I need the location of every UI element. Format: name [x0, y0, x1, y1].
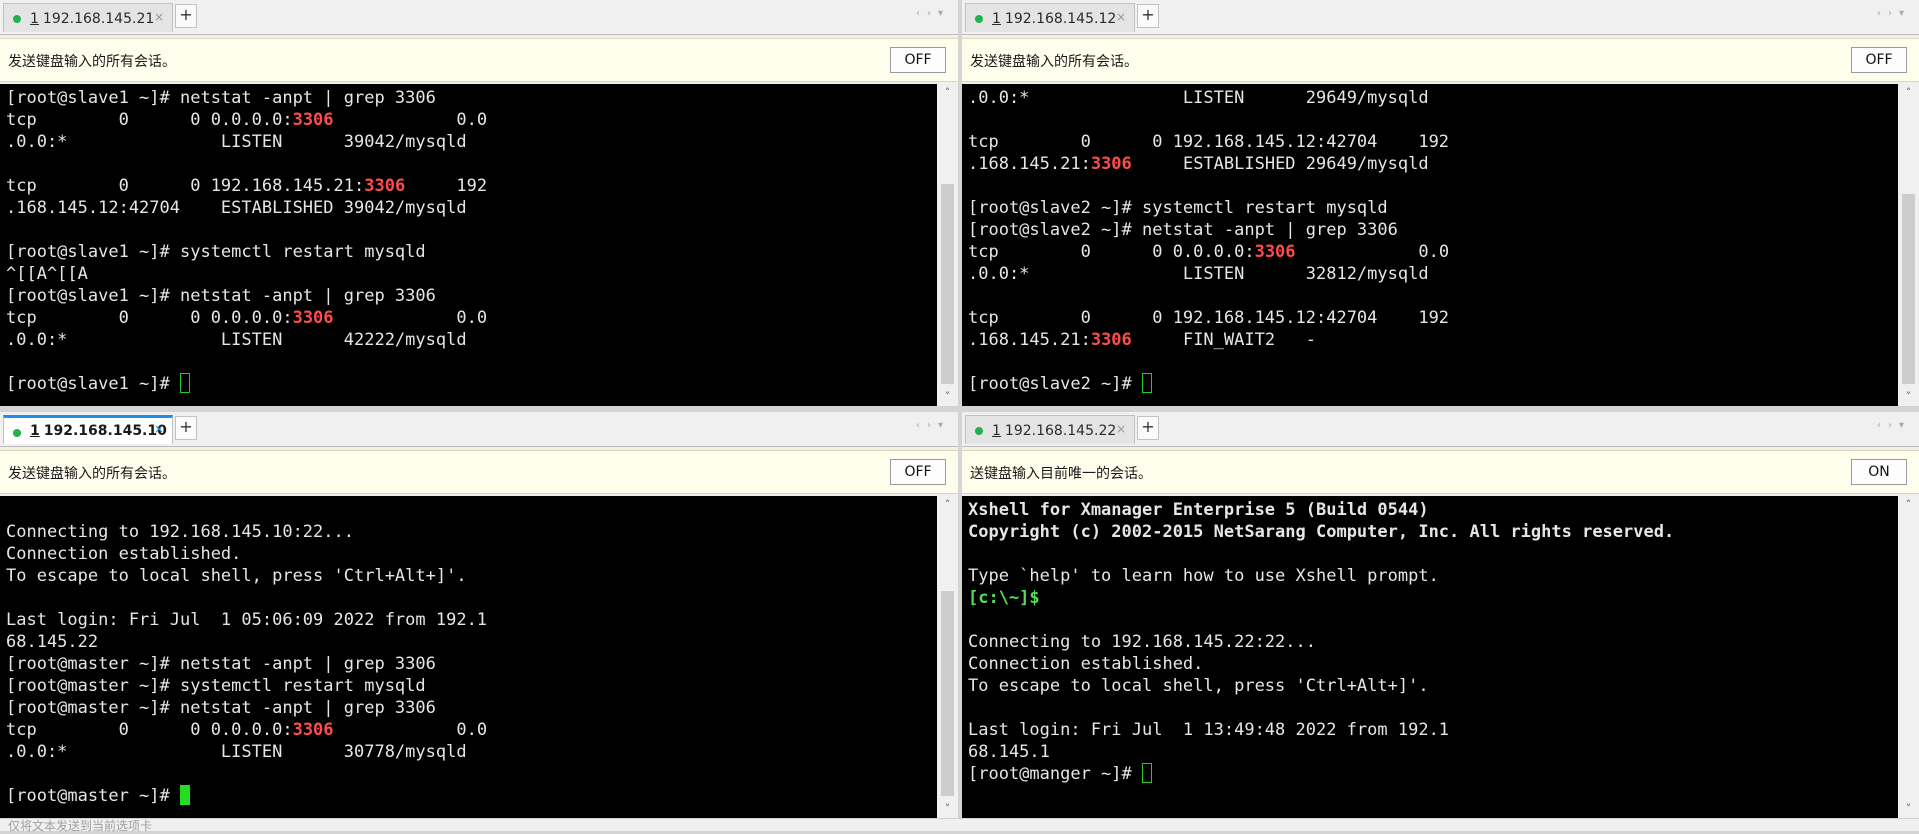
tab-navigation-icon[interactable]: ‹›▾ — [1877, 420, 1911, 431]
text-cursor — [1142, 373, 1152, 393]
tab-navigation-icon[interactable]: ‹›▾ — [916, 8, 950, 19]
session-tab-label: 1 192.168.145.21 — [30, 11, 155, 27]
new-tab-button[interactable]: + — [175, 4, 197, 28]
new-tab-button[interactable]: + — [1137, 4, 1159, 28]
scroll-up-icon[interactable]: ˄ — [1898, 84, 1919, 102]
vertical-scrollbar[interactable]: ˄ ˅ — [937, 84, 958, 406]
session-tab[interactable]: 1 192.168.145.12 × — [965, 3, 1135, 32]
port-highlight: 3306 — [364, 176, 406, 196]
vertical-scrollbar[interactable]: ˄ ˅ — [1898, 84, 1919, 406]
new-tab-button[interactable]: + — [175, 416, 197, 440]
session-tab-label: 1 192.168.145.22 — [992, 423, 1117, 439]
terminal-output[interactable]: .0.0:* LISTEN 29649/mysqld tcp 0 0 192.1… — [962, 84, 1898, 406]
compose-broadcast-bar: 发送键盘输入的所有会话。 OFF — [962, 38, 1919, 82]
port-highlight: 3306 — [1090, 154, 1132, 174]
session-tab-active[interactable]: 1 192.168.145.10 × — [3, 415, 173, 444]
tab-bar: 1 192.168.145.21 × + ‹›▾ — [0, 0, 958, 35]
tab-navigation-icon[interactable]: ‹›▾ — [1877, 8, 1911, 19]
close-tab-icon[interactable]: × — [1116, 10, 1126, 24]
vertical-scrollbar[interactable]: ˄ ˅ — [1898, 496, 1919, 818]
status-text: 仅将文本发送到当前选项卡 — [8, 819, 153, 833]
connected-status-icon — [975, 15, 983, 23]
connected-status-icon — [13, 429, 21, 437]
close-tab-icon[interactable]: × — [1116, 422, 1126, 436]
session-tab-label: 1 192.168.145.10 — [30, 423, 167, 439]
scroll-down-icon[interactable]: ˅ — [1898, 388, 1919, 406]
tab-navigation-icon[interactable]: ‹›▾ — [916, 420, 950, 431]
terminal-output[interactable]: Xshell for Xmanager Enterprise 5 (Build … — [962, 496, 1898, 818]
close-tab-icon[interactable]: × — [154, 422, 164, 436]
text-cursor — [180, 373, 190, 393]
broadcast-label: 发送键盘输入的所有会话。 — [970, 54, 1138, 70]
session-tab-label: 1 192.168.145.12 — [992, 11, 1117, 27]
broadcast-toggle-button[interactable]: OFF — [890, 459, 946, 485]
connected-status-icon — [975, 427, 983, 435]
compose-broadcast-bar: 发送键盘输入的所有会话。 OFF — [0, 450, 958, 494]
scroll-up-icon[interactable]: ˄ — [937, 496, 958, 514]
broadcast-toggle-button[interactable]: OFF — [1851, 47, 1907, 73]
vertical-scrollbar[interactable]: ˄ ˅ — [937, 496, 958, 818]
scrollbar-thumb[interactable] — [941, 184, 954, 384]
port-highlight: 3306 — [292, 308, 334, 328]
terminal-text: .0.0:* LISTEN 29649/mysqld tcp 0 0 192.1… — [968, 88, 1450, 394]
scroll-down-icon[interactable]: ˅ — [1898, 800, 1919, 818]
port-highlight: 3306 — [292, 110, 334, 130]
close-tab-icon[interactable]: × — [154, 10, 164, 24]
terminal-pane-top-left: 1 192.168.145.21 × + ‹›▾ 发送键盘输入的所有会话。 OFF… — [0, 0, 958, 406]
text-cursor — [180, 785, 190, 805]
terminal-output[interactable]: Connecting to 192.168.145.10:22... Conne… — [0, 496, 937, 818]
scrollbar-thumb[interactable] — [941, 591, 954, 796]
port-highlight: 3306 — [1090, 330, 1132, 350]
port-highlight: 3306 — [292, 720, 334, 740]
connected-status-icon — [13, 15, 21, 23]
terminal-pane-bottom-left: 1 192.168.145.10 × + ‹›▾ 发送键盘输入的所有会话。 OFF… — [0, 412, 958, 818]
scroll-up-icon[interactable]: ˄ — [1898, 496, 1919, 514]
scrollbar-thumb[interactable] — [1902, 194, 1915, 384]
broadcast-label: 送键盘输入目前唯一的会话。 — [970, 466, 1152, 482]
terminal-pane-bottom-right: 1 192.168.145.22 × + ‹›▾ 送键盘输入目前唯一的会话。 ON… — [962, 412, 1919, 818]
broadcast-label: 发送键盘输入的所有会话。 — [8, 54, 176, 70]
terminal-pane-top-right: 1 192.168.145.12 × + ‹›▾ 发送键盘输入的所有会话。 OFF… — [962, 0, 1919, 406]
tab-bar: 1 192.168.145.12 × + ‹›▾ — [962, 0, 1919, 35]
tab-bar: 1 192.168.145.10 × + ‹›▾ — [0, 412, 958, 447]
compose-broadcast-bar: 送键盘输入目前唯一的会话。 ON — [962, 450, 1919, 494]
scroll-down-icon[interactable]: ˅ — [937, 800, 958, 818]
port-highlight: 3306 — [1254, 242, 1296, 262]
broadcast-label: 发送键盘输入的所有会话。 — [8, 466, 176, 482]
text-cursor — [1142, 763, 1152, 783]
new-tab-button[interactable]: + — [1137, 416, 1159, 440]
broadcast-toggle-button[interactable]: OFF — [890, 47, 946, 73]
terminal-text: Connecting to 192.168.145.10:22... Conne… — [6, 522, 488, 806]
scroll-up-icon[interactable]: ˄ — [937, 84, 958, 102]
session-tab[interactable]: 1 192.168.145.22 × — [965, 415, 1135, 444]
session-tab[interactable]: 1 192.168.145.21 × — [3, 3, 173, 32]
terminal-text: [root@slave1 ~]# netstat -anpt | grep 33… — [6, 88, 488, 394]
broadcast-toggle-button[interactable]: ON — [1851, 459, 1907, 485]
terminal-output[interactable]: [root@slave1 ~]# netstat -anpt | grep 33… — [0, 84, 937, 406]
terminal-text: Xshell for Xmanager Enterprise 5 (Build … — [968, 500, 1675, 784]
tab-bar: 1 192.168.145.22 × + ‹›▾ — [962, 412, 1919, 447]
scroll-down-icon[interactable]: ˅ — [937, 388, 958, 406]
compose-broadcast-bar: 发送键盘输入的所有会话。 OFF — [0, 38, 958, 82]
status-bar: 仅将文本发送到当前选项卡 — [0, 818, 1919, 833]
